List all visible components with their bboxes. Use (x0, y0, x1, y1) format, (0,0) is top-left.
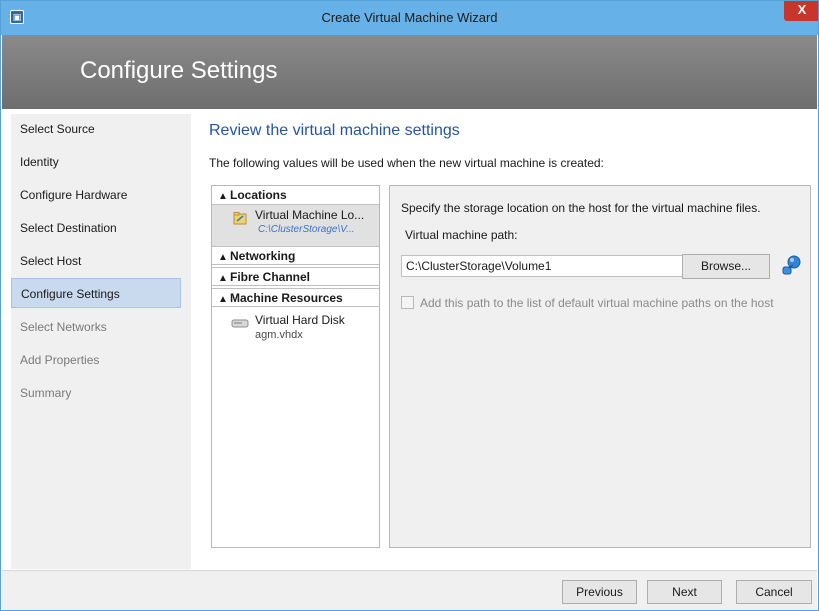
tree-item-virtual-hard-disk[interactable]: Virtual Hard Disk agm.vhdx (212, 310, 379, 350)
vm-path-label: Virtual machine path: (405, 228, 518, 242)
tree-section-label: Networking (230, 249, 296, 263)
tree-section-locations[interactable]: ▲ Locations (212, 186, 379, 205)
details-description: Specify the storage location on the host… (401, 201, 761, 215)
window-title: Create Virtual Machine Wizard (321, 10, 498, 25)
nav-item-select-destination[interactable]: Select Destination (11, 213, 181, 243)
wizard-nav: Select Source Identity Configure Hardwar… (11, 114, 191, 569)
tree-section-networking[interactable]: ▲ Networking (212, 246, 379, 265)
nav-item-configure-settings[interactable]: Configure Settings (11, 278, 181, 308)
content-heading: Review the virtual machine settings (209, 122, 460, 139)
nav-item-select-source[interactable]: Select Source (11, 114, 181, 144)
network-share-icon[interactable] (779, 254, 803, 278)
wizard-header: Configure Settings (2, 35, 817, 109)
nav-item-add-properties: Add Properties (20, 353, 100, 367)
nav-item-identity[interactable]: Identity (11, 147, 181, 177)
tree-section-label: Locations (230, 188, 287, 202)
next-button[interactable]: Next (647, 580, 722, 604)
close-button[interactable]: X (784, 1, 818, 21)
collapse-chevron-icon: ▲ (218, 294, 228, 305)
content-description: The following values will be used when t… (209, 156, 604, 170)
tree-item-vm-location[interactable]: Virtual Machine Lo... C:\ClusterStorage\… (212, 205, 379, 246)
nav-item-configure-hardware[interactable]: Configure Hardware (11, 180, 181, 210)
details-panel: Specify the storage location on the host… (389, 185, 811, 548)
vm-path-input[interactable] (401, 255, 687, 277)
folder-icon (233, 212, 247, 225)
collapse-chevron-icon: ▲ (218, 191, 228, 202)
collapse-chevron-icon: ▲ (218, 252, 228, 263)
page-title: Configure Settings (80, 57, 278, 84)
tree-item-title: Virtual Hard Disk (255, 313, 345, 327)
browse-button[interactable]: Browse... (682, 254, 770, 279)
wizard-footer: Previous Next Cancel (2, 570, 817, 610)
settings-tree: ▲ Locations Virtual Machine Lo... C:\Clus… (211, 185, 380, 548)
default-path-checkbox-row: Add this path to the list of default vir… (401, 296, 774, 310)
nav-item-select-host[interactable]: Select Host (11, 246, 181, 276)
tree-section-label: Fibre Channel (230, 270, 311, 284)
tree-item-filename: agm.vhdx (255, 329, 303, 341)
hard-disk-icon (231, 319, 249, 328)
previous-button[interactable]: Previous (562, 580, 637, 604)
default-path-checkbox-label: Add this path to the list of default vir… (420, 296, 774, 310)
tree-section-label: Machine Resources (230, 291, 343, 305)
nav-item-summary: Summary (20, 386, 72, 400)
tree-item-title: Virtual Machine Lo... (255, 208, 365, 222)
tree-section-machine-resources[interactable]: ▲ Machine Resources (212, 288, 379, 307)
cancel-button[interactable]: Cancel (736, 580, 812, 604)
title-bar: ▣ Create Virtual Machine Wizard X (1, 1, 818, 35)
nav-item-select-networks: Select Networks (20, 320, 107, 334)
tree-item-path: C:\ClusterStorage\V... (258, 224, 355, 235)
wizard-window: ▣ Create Virtual Machine Wizard X Config… (0, 0, 819, 611)
tree-section-fibre-channel[interactable]: ▲ Fibre Channel (212, 267, 379, 286)
default-path-checkbox (401, 296, 414, 309)
collapse-chevron-icon: ▲ (218, 273, 228, 284)
